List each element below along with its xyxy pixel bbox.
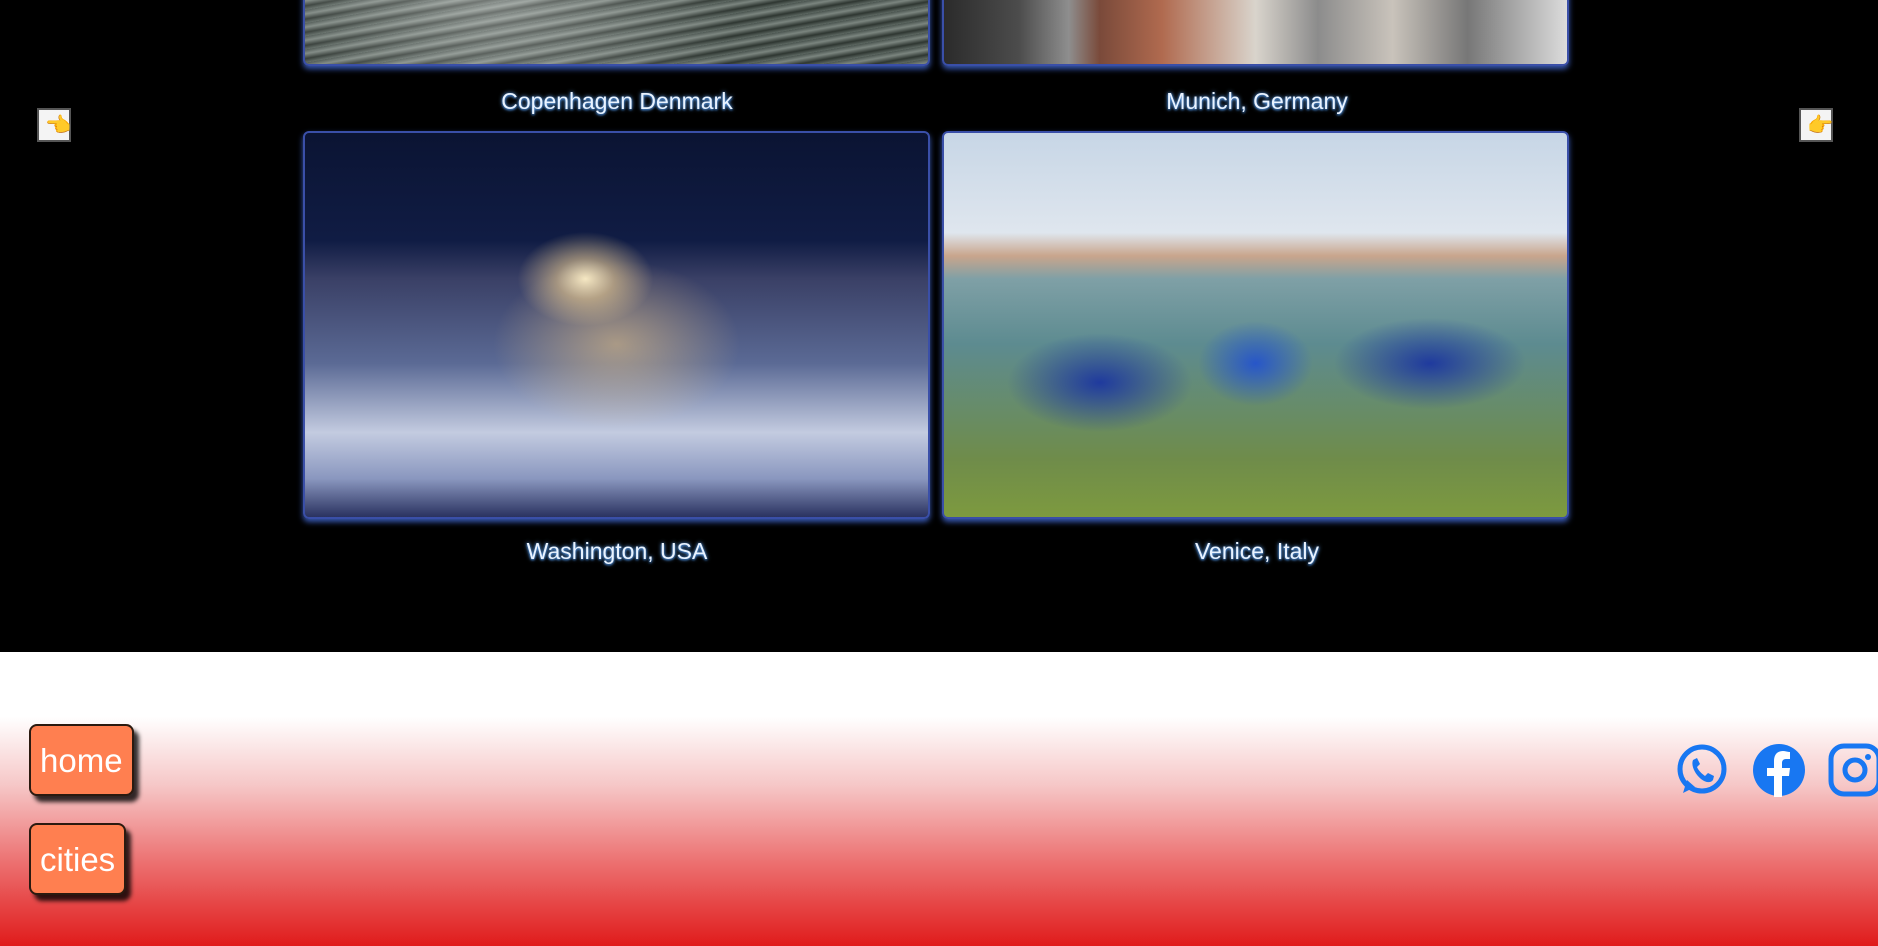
facebook-icon[interactable] xyxy=(1752,743,1806,797)
whatsapp-icon[interactable] xyxy=(1675,743,1729,797)
munich-image[interactable] xyxy=(942,0,1569,66)
city-gallery: 👈 👉 Copenhagen Denmark Munich, Germany W… xyxy=(0,0,1878,652)
footer: home cities xyxy=(0,652,1878,946)
home-button[interactable]: home xyxy=(29,724,134,796)
city-caption-washington: Washington, USA xyxy=(526,538,708,564)
instagram-icon[interactable] xyxy=(1828,743,1878,797)
city-caption-venice: Venice, Italy xyxy=(1194,538,1320,564)
city-caption-munich: Munich, Germany xyxy=(1166,88,1348,114)
cities-button[interactable]: cities xyxy=(29,823,127,895)
city-caption-copenhagen: Copenhagen Denmark xyxy=(501,88,733,114)
washington-image[interactable] xyxy=(303,131,930,519)
next-arrow-button[interactable]: 👉 xyxy=(1799,108,1833,142)
copenhagen-image[interactable] xyxy=(303,0,930,66)
prev-arrow-button[interactable]: 👈 xyxy=(37,108,71,142)
venice-image[interactable] xyxy=(942,131,1569,519)
